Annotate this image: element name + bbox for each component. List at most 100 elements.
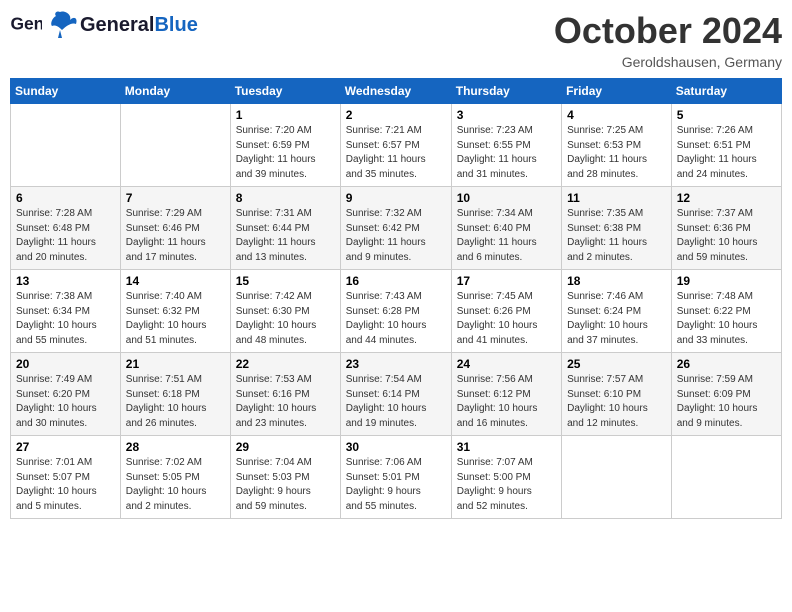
title-block: October 2024 Geroldshausen, Germany (554, 10, 782, 70)
day-number: 27 (16, 440, 115, 454)
day-number: 24 (457, 357, 556, 371)
month-title: October 2024 (554, 10, 782, 52)
weekday-header: Monday (120, 79, 230, 104)
day-info: Sunrise: 7:02 AM Sunset: 5:05 PM Dayligh… (126, 456, 225, 514)
day-number: 5 (677, 108, 776, 122)
calendar-cell: 31 Sunrise: 7:07 AM Sunset: 5:00 PM Dayli… (451, 436, 561, 519)
day-number: 25 (567, 357, 666, 371)
day-info: Sunrise: 7:25 AM Sunset: 6:53 PM Dayligh… (567, 124, 666, 182)
calendar-cell: 18Sunrise: 7:46 AM Sunset: 6:24 PM Dayli… (562, 270, 672, 353)
page-header: General GeneralBlue October 2024 Gerolds… (10, 10, 782, 70)
calendar-cell: 19 Sunrise: 7:48 AM Sunset: 6:22 PM Dayli… (671, 270, 781, 353)
day-info: Sunrise: 7:57 AM Sunset: 6:10 PM Dayligh… (567, 373, 666, 431)
calendar-week-row: 13 Sunrise: 7:38 AM Sunset: 6:34 PM Dayli… (11, 270, 782, 353)
day-number: 16 (346, 274, 446, 288)
day-number: 19 (677, 274, 776, 288)
calendar-cell: 8Sunrise: 7:31 AM Sunset: 6:44 PM Daylig… (230, 187, 340, 270)
day-info: Sunrise: 7:35 AM Sunset: 6:38 PM Dayligh… (567, 207, 666, 265)
calendar-cell: 24 Sunrise: 7:56 AM Sunset: 6:12 PM Dayli… (451, 353, 561, 436)
day-number: 10 (457, 191, 556, 205)
calendar-week-row: 1 Sunrise: 7:20 AM Sunset: 6:59 PM Daylig… (11, 104, 782, 187)
day-info: Sunrise: 7:45 AM Sunset: 6:26 PM Dayligh… (457, 290, 556, 348)
calendar-cell: 11 Sunrise: 7:35 AM Sunset: 6:38 PM Dayli… (562, 187, 672, 270)
calendar-week-row: 27Sunrise: 7:01 AM Sunset: 5:07 PM Dayli… (11, 436, 782, 519)
day-number: 14 (126, 274, 225, 288)
day-number: 4 (567, 108, 666, 122)
logo-blue: Blue (154, 14, 197, 36)
day-number: 6 (16, 191, 115, 205)
day-info: Sunrise: 7:38 AM Sunset: 6:34 PM Dayligh… (16, 290, 115, 348)
weekday-header: Wednesday (340, 79, 451, 104)
day-number: 18 (567, 274, 666, 288)
calendar-cell: 14 Sunrise: 7:40 AM Sunset: 6:32 PM Dayli… (120, 270, 230, 353)
day-number: 30 (346, 440, 446, 454)
calendar-cell (11, 104, 121, 187)
svg-text:General: General (10, 14, 42, 34)
day-info: Sunrise: 7:59 AM Sunset: 6:09 PM Dayligh… (677, 373, 776, 431)
weekday-header: Friday (562, 79, 672, 104)
calendar-cell: 22Sunrise: 7:53 AM Sunset: 6:16 PM Dayli… (230, 353, 340, 436)
logo-icon: General (10, 11, 42, 39)
day-number: 12 (677, 191, 776, 205)
calendar-cell: 29 Sunrise: 7:04 AM Sunset: 5:03 PM Dayli… (230, 436, 340, 519)
calendar-cell: 10Sunrise: 7:34 AM Sunset: 6:40 PM Dayli… (451, 187, 561, 270)
calendar-week-row: 6 Sunrise: 7:28 AM Sunset: 6:48 PM Daylig… (11, 187, 782, 270)
day-info: Sunrise: 7:51 AM Sunset: 6:18 PM Dayligh… (126, 373, 225, 431)
calendar-cell: 17 Sunrise: 7:45 AM Sunset: 6:26 PM Dayli… (451, 270, 561, 353)
weekday-header: Thursday (451, 79, 561, 104)
calendar-cell: 5 Sunrise: 7:26 AM Sunset: 6:51 PM Daylig… (671, 104, 781, 187)
calendar-cell: 2Sunrise: 7:21 AM Sunset: 6:57 PM Daylig… (340, 104, 451, 187)
day-info: Sunrise: 7:28 AM Sunset: 6:48 PM Dayligh… (16, 207, 115, 265)
day-info: Sunrise: 7:56 AM Sunset: 6:12 PM Dayligh… (457, 373, 556, 431)
calendar-cell: 26Sunrise: 7:59 AM Sunset: 6:09 PM Dayli… (671, 353, 781, 436)
day-info: Sunrise: 7:40 AM Sunset: 6:32 PM Dayligh… (126, 290, 225, 348)
day-info: Sunrise: 7:21 AM Sunset: 6:57 PM Dayligh… (346, 124, 446, 182)
day-info: Sunrise: 7:54 AM Sunset: 6:14 PM Dayligh… (346, 373, 446, 431)
calendar-cell: 23 Sunrise: 7:54 AM Sunset: 6:14 PM Dayli… (340, 353, 451, 436)
day-info: Sunrise: 7:48 AM Sunset: 6:22 PM Dayligh… (677, 290, 776, 348)
calendar-cell: 25 Sunrise: 7:57 AM Sunset: 6:10 PM Dayli… (562, 353, 672, 436)
day-number: 20 (16, 357, 115, 371)
calendar-cell: 3Sunrise: 7:23 AM Sunset: 6:55 PM Daylig… (451, 104, 561, 187)
day-info: Sunrise: 7:29 AM Sunset: 6:46 PM Dayligh… (126, 207, 225, 265)
logo-text-block: GeneralBlue (42, 10, 198, 40)
location: Geroldshausen, Germany (554, 54, 782, 70)
day-number: 22 (236, 357, 335, 371)
calendar-cell: 9Sunrise: 7:32 AM Sunset: 6:42 PM Daylig… (340, 187, 451, 270)
calendar-cell: 30 Sunrise: 7:06 AM Sunset: 5:01 PM Dayli… (340, 436, 451, 519)
day-number: 28 (126, 440, 225, 454)
day-info: Sunrise: 7:20 AM Sunset: 6:59 PM Dayligh… (236, 124, 335, 182)
day-info: Sunrise: 7:26 AM Sunset: 6:51 PM Dayligh… (677, 124, 776, 182)
day-number: 17 (457, 274, 556, 288)
logo-general: General (80, 14, 154, 36)
day-info: Sunrise: 7:07 AM Sunset: 5:00 PM Dayligh… (457, 456, 556, 514)
day-info: Sunrise: 7:04 AM Sunset: 5:03 PM Dayligh… (236, 456, 335, 514)
calendar-cell (562, 436, 672, 519)
calendar-cell: 15Sunrise: 7:42 AM Sunset: 6:30 PM Dayli… (230, 270, 340, 353)
calendar-cell: 1 Sunrise: 7:20 AM Sunset: 6:59 PM Daylig… (230, 104, 340, 187)
calendar-cell: 6 Sunrise: 7:28 AM Sunset: 6:48 PM Daylig… (11, 187, 121, 270)
day-info: Sunrise: 7:37 AM Sunset: 6:36 PM Dayligh… (677, 207, 776, 265)
day-info: Sunrise: 7:49 AM Sunset: 6:20 PM Dayligh… (16, 373, 115, 431)
calendar-cell: 12 Sunrise: 7:37 AM Sunset: 6:36 PM Dayli… (671, 187, 781, 270)
bird-icon (42, 10, 78, 40)
day-number: 8 (236, 191, 335, 205)
day-info: Sunrise: 7:23 AM Sunset: 6:55 PM Dayligh… (457, 124, 556, 182)
calendar-cell: 27Sunrise: 7:01 AM Sunset: 5:07 PM Dayli… (11, 436, 121, 519)
weekday-header: Tuesday (230, 79, 340, 104)
day-info: Sunrise: 7:43 AM Sunset: 6:28 PM Dayligh… (346, 290, 446, 348)
logo: General GeneralBlue (10, 10, 198, 40)
day-number: 11 (567, 191, 666, 205)
day-number: 23 (346, 357, 446, 371)
weekday-header-row: SundayMondayTuesdayWednesdayThursdayFrid… (11, 79, 782, 104)
day-number: 15 (236, 274, 335, 288)
day-number: 31 (457, 440, 556, 454)
day-info: Sunrise: 7:06 AM Sunset: 5:01 PM Dayligh… (346, 456, 446, 514)
day-number: 13 (16, 274, 115, 288)
day-number: 29 (236, 440, 335, 454)
calendar-cell: 28 Sunrise: 7:02 AM Sunset: 5:05 PM Dayli… (120, 436, 230, 519)
weekday-header: Saturday (671, 79, 781, 104)
calendar-cell: 16 Sunrise: 7:43 AM Sunset: 6:28 PM Dayli… (340, 270, 451, 353)
day-number: 1 (236, 108, 335, 122)
calendar-cell: 21Sunrise: 7:51 AM Sunset: 6:18 PM Dayli… (120, 353, 230, 436)
